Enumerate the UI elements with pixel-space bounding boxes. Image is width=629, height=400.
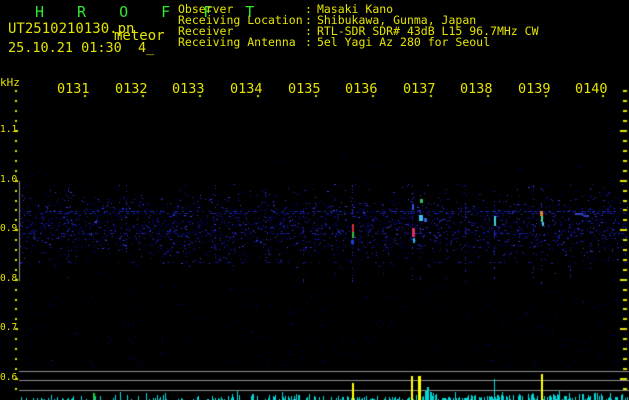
y-axis-label-0.6: 0.6: [0, 372, 18, 383]
y-axis-label-0.7: 0.7: [0, 322, 18, 333]
x-axis-label-0140: 0140: [575, 81, 608, 97]
info-separator: :: [305, 35, 312, 49]
spectrogram-canvas: [0, 0, 629, 400]
info-row-receiving-antenna: Receiving Antenna:5el Yagi Az 280 for Se…: [178, 35, 539, 49]
x-axis-label-0137: 0137: [403, 81, 436, 97]
observation-datetime: 25.10.21 01:30: [8, 40, 122, 56]
x-axis-label-0139: 0139: [518, 81, 551, 97]
x-axis-label-0132: 0132: [115, 81, 148, 97]
x-axis-label-0135: 0135: [288, 81, 321, 97]
echo-counter: 4_: [138, 40, 155, 56]
y-axis-unit: kHz: [0, 76, 20, 89]
y-axis-label-1.0: 1.0: [0, 174, 18, 185]
hrofft-window: H R O F F T UT2510210130.pn meteor 25.10…: [0, 0, 629, 400]
info-value: 5el Yagi Az 280 for Seoul: [316, 35, 491, 49]
x-axis-label-0138: 0138: [460, 81, 493, 97]
x-axis-label-0133: 0133: [172, 81, 205, 97]
y-axis-label-0.9: 0.9: [0, 223, 18, 234]
y-axis-label-1.1: 1.1: [0, 124, 18, 135]
station-info-block: Observer: Masaki Kano Receiving Location:…: [178, 3, 539, 49]
x-axis-label-0131: 0131: [57, 81, 90, 97]
y-axis-label-0.8: 0.8: [0, 273, 18, 284]
x-axis-label-0136: 0136: [345, 81, 378, 97]
info-label: Receiving Antenna: [178, 35, 296, 49]
x-axis-label-0134: 0134: [230, 81, 263, 97]
